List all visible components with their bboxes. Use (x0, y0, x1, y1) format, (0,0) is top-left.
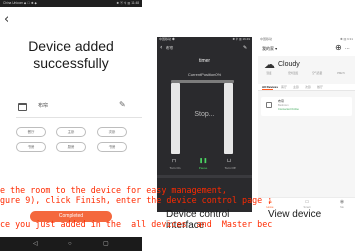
nav-home-icon[interactable]: ○ (68, 240, 72, 248)
more-icon[interactable]: ⋯ (345, 45, 350, 53)
tab-room[interactable]: 餐厅 (317, 85, 323, 89)
weather-label: Cloudy (278, 61, 300, 68)
active-tab-indicator (262, 89, 273, 90)
edit-icon[interactable]: ✎ (119, 101, 126, 109)
device-card-status: Connected Online (278, 108, 299, 111)
turn-off-label: Turn Off (224, 166, 236, 170)
home-selector[interactable]: 我的家 ▾ (262, 46, 277, 52)
device-name: timer (198, 58, 211, 64)
device-card-name: 布帘 (278, 99, 285, 103)
curtain-device-icon (18, 103, 27, 111)
me-icon[interactable]: ◉ (334, 199, 350, 205)
nav-back-icon[interactable]: ◁ (33, 240, 38, 248)
page-title: Device added successfully (28, 38, 114, 71)
smart-icon[interactable]: ▭ (299, 199, 315, 205)
instruction-line-3: ce you just added in the all devices and… (0, 219, 273, 229)
stat-outdoor-temp: 室外温度 (287, 72, 299, 75)
cloud-icon: ☁ (264, 58, 275, 71)
status-left: 中国移动 ◆ (159, 37, 175, 41)
status-bar: China Unicom ◆ ☐ ✱ ◆ ✱ ⓝ ⚲ ▥ 11:48 (0, 0, 142, 7)
pause-icon[interactable]: ❚❚ (199, 158, 207, 164)
turn-off-icon[interactable]: ⊔ (227, 158, 231, 164)
stat-air-quality: 空气质量 (311, 72, 323, 75)
room-chip[interactable]: 书房 (97, 142, 127, 152)
position-label: CurrentPosition0% (187, 72, 222, 77)
curtain-state: Stop... (194, 111, 215, 118)
room-chip[interactable]: 书房 (16, 142, 46, 152)
stat-pm25: PM2.5 (337, 72, 345, 75)
turn-on-icon[interactable]: ⊓ (172, 158, 176, 164)
me-nav-label: Me (340, 206, 344, 209)
room-chip[interactable]: 厨房 (56, 142, 86, 152)
back-icon[interactable]: ‹ (160, 44, 162, 52)
divider (16, 117, 142, 118)
status-right: ✱ ⚲ ▥ 16:49 (232, 37, 250, 41)
room-chip[interactable]: 餐厅 (16, 127, 46, 137)
instruction-line-2: gure 9), click Finish, enter the device … (0, 195, 273, 205)
caption-view-device: View device (268, 209, 322, 220)
add-icon[interactable]: ⊕ (335, 43, 342, 53)
tab-room[interactable]: 客厅 (281, 85, 287, 89)
bottom-bar (157, 175, 252, 178)
room-chip[interactable]: 次卧 (97, 127, 127, 137)
nav-recent-icon[interactable]: ▢ (103, 240, 109, 248)
device-name: 布帘 (38, 103, 49, 109)
status-bar: 中国移动 ◆ ✱ ⚲ ▥ 16:49 (157, 37, 252, 42)
edit-icon[interactable]: ✎ (243, 44, 247, 52)
tab-room[interactable]: 次卧 (305, 85, 311, 89)
device-card-room: Bedroom (278, 104, 289, 107)
tab-room[interactable]: 主卧 (293, 85, 299, 89)
turn-on-label: Turn On (169, 166, 181, 170)
back-icon[interactable]: ‹ (4, 13, 9, 26)
curtain-device-icon (266, 102, 272, 108)
status-left: China Unicom ◆ ☐ ✱ ◆ (3, 1, 37, 5)
stat-humidity: 湿度 (266, 72, 272, 75)
pause-label: Pause (198, 166, 208, 170)
device-card[interactable] (261, 97, 352, 116)
room-chip[interactable]: 主卧 (56, 127, 86, 137)
status-right: ✱ ⓝ ⚲ ▥ 11:48 (116, 1, 140, 5)
instruction-line-1: e the room to the device for easy manage… (0, 185, 227, 195)
page-title: 布帘 (166, 46, 173, 50)
